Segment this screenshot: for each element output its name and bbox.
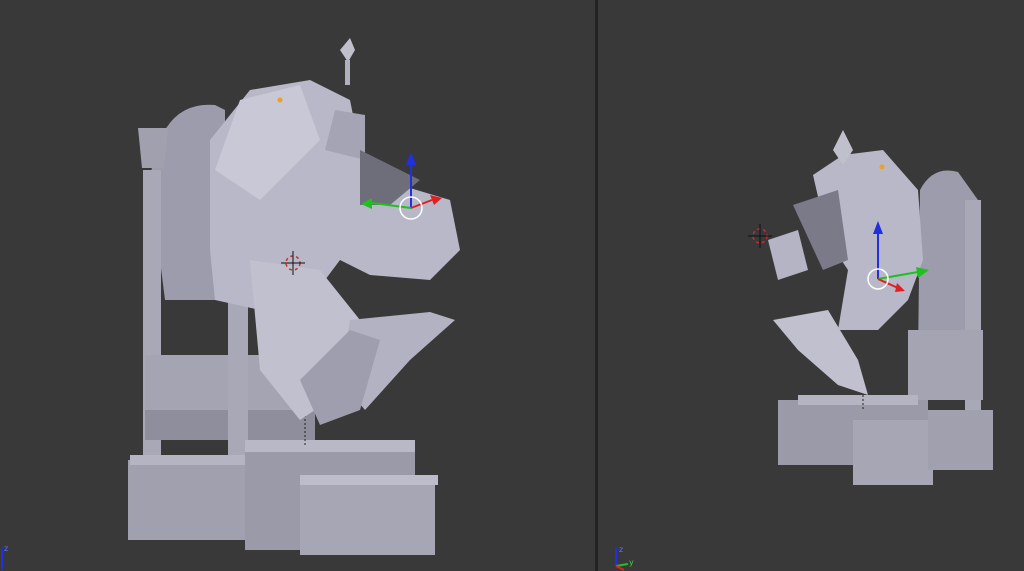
axis-label-z: z xyxy=(4,544,9,553)
statue-model-right[interactable] xyxy=(598,0,1024,571)
axis-label-z: z xyxy=(619,545,624,554)
object-origin xyxy=(277,97,283,103)
3d-cursor xyxy=(748,224,772,248)
3d-viewport-left[interactable]: z xyxy=(0,0,595,571)
statue-model-left[interactable] xyxy=(0,0,595,571)
axis-label-y: y xyxy=(629,558,634,567)
3d-viewport-right[interactable]: z y xyxy=(598,0,1024,571)
object-origin xyxy=(879,164,885,170)
creature-figure xyxy=(768,130,923,395)
